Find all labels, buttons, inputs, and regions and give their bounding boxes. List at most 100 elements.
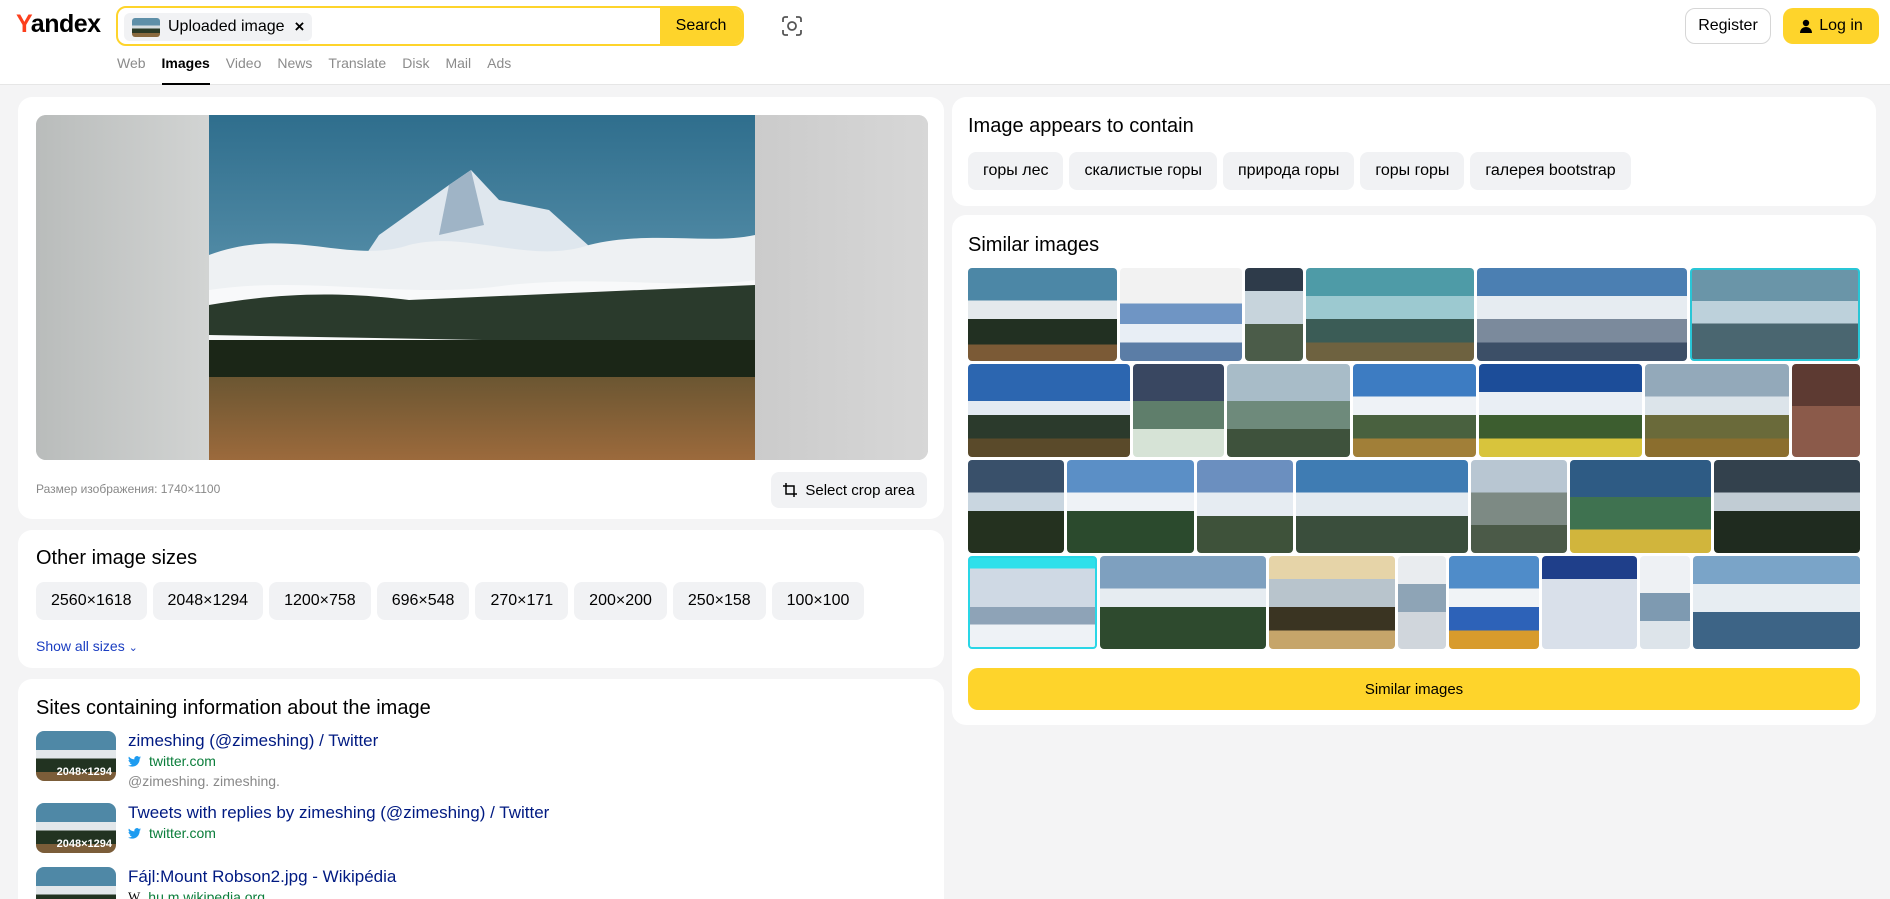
logo-y: Y (16, 10, 31, 38)
tag-list: горы лес скалистые горы природа горы гор… (968, 152, 1631, 190)
similar-images-title: Similar images (968, 234, 1100, 256)
tag-chip[interactable]: галерея bootstrap (1470, 152, 1631, 190)
site-thumbnail[interactable]: 2048×1294 (36, 803, 116, 853)
login-label: Log in (1819, 17, 1863, 34)
twitter-icon (128, 755, 141, 767)
site-result[interactable]: 2048×1294 zimeshing (@zimeshing) / Twitt… (36, 731, 378, 791)
tag-chip[interactable]: скалистые горы (1069, 152, 1217, 190)
tab-mail[interactable]: Mail (445, 55, 471, 85)
image-contains-title: Image appears to contain (968, 115, 1194, 137)
similar-image-thumbnail[interactable] (1269, 556, 1396, 649)
tag-chip[interactable]: горы горы (1360, 152, 1465, 190)
similar-image-thumbnail[interactable] (1120, 268, 1242, 361)
login-button[interactable]: Log in (1783, 8, 1879, 44)
similar-image-thumbnail[interactable] (1692, 556, 1860, 649)
image-preview (36, 115, 928, 460)
similar-image-thumbnail[interactable] (1792, 364, 1860, 457)
size-option[interactable]: 100×100 (771, 582, 865, 620)
similar-images-button[interactable]: Similar images (968, 668, 1860, 710)
tab-images[interactable]: Images (161, 55, 210, 85)
tab-ads[interactable]: Ads (487, 55, 511, 85)
similar-image-thumbnail[interactable] (1133, 364, 1224, 457)
uploaded-image-label: Uploaded image (168, 18, 285, 35)
tag-chip[interactable]: горы лес (968, 152, 1064, 190)
logo-text: andex (30, 10, 101, 38)
site-title-link[interactable]: Tweets with replies by zimeshing (@zimes… (128, 803, 549, 823)
tab-translate[interactable]: Translate (328, 55, 386, 85)
similar-image-thumbnail[interactable] (1542, 556, 1638, 649)
thumbnail-size: 2048×1294 (56, 766, 112, 778)
size-option[interactable]: 1200×758 (269, 582, 371, 620)
similar-image-thumbnail[interactable] (1470, 460, 1567, 553)
size-option[interactable]: 2560×1618 (36, 582, 147, 620)
similar-image-thumbnail[interactable] (1099, 556, 1267, 649)
preview-blur-left (36, 115, 209, 460)
user-icon (1800, 19, 1813, 33)
site-thumbnail[interactable]: 2048×1294 (36, 731, 116, 781)
similar-image-thumbnail[interactable] (1478, 364, 1642, 457)
crop-icon (783, 483, 798, 497)
tab-video[interactable]: Video (226, 55, 262, 85)
similar-image-thumbnail[interactable] (1244, 268, 1304, 361)
uploaded-image-thumbnail (132, 17, 160, 37)
site-title-link[interactable]: Fájl:Mount Robson2.jpg - Wikipédia (128, 867, 396, 887)
similar-images-grid (968, 268, 1861, 652)
similar-image-thumbnail[interactable] (1353, 364, 1476, 457)
wikipedia-icon: W (128, 889, 141, 899)
chevron-down-icon: ⌄ (128, 642, 138, 654)
similar-image-thumbnail[interactable] (1196, 460, 1294, 553)
site-thumbnail[interactable] (36, 867, 116, 899)
header: Yandex Uploaded image × Search Web Image… (0, 0, 1890, 85)
size-option[interactable]: 2048×1294 (152, 582, 264, 620)
show-all-sizes-link[interactable]: Show all sizes ⌄ (36, 638, 138, 654)
similar-image-thumbnail[interactable] (968, 364, 1131, 457)
site-host[interactable]: W hu.m.wikipedia.org (128, 887, 396, 899)
crop-label: Select crop area (805, 481, 915, 499)
similar-image-thumbnail[interactable] (1226, 364, 1351, 457)
similar-image-thumbnail[interactable] (968, 268, 1118, 361)
site-host-label: twitter.com (149, 753, 216, 769)
size-option[interactable]: 250×158 (672, 582, 766, 620)
similar-image-thumbnail[interactable] (1306, 268, 1474, 361)
mountain-photo (209, 115, 755, 460)
preview-card: Размер изображения: 1740×1100 Select cro… (18, 97, 944, 519)
size-list: 2560×1618 2048×1294 1200×758 696×548 270… (36, 582, 865, 620)
similar-image-thumbnail[interactable] (1714, 460, 1861, 553)
camera-search-icon[interactable] (780, 14, 804, 38)
size-option[interactable]: 200×200 (574, 582, 667, 620)
similar-image-thumbnail[interactable] (968, 460, 1065, 553)
site-result[interactable]: 2048×1294 Tweets with replies by zimeshi… (36, 803, 549, 853)
yandex-logo[interactable]: Yandex (16, 10, 101, 39)
site-result[interactable]: Fájl:Mount Robson2.jpg - Wikipédia W hu.… (36, 867, 396, 899)
site-host[interactable]: twitter.com (128, 823, 549, 843)
show-all-sizes-label: Show all sizes (36, 638, 125, 654)
other-sizes-card: Other image sizes 2560×1618 2048×1294 12… (18, 530, 944, 668)
site-title-link[interactable]: zimeshing (@zimeshing) / Twitter (128, 731, 378, 751)
tab-disk[interactable]: Disk (402, 55, 429, 85)
select-crop-area-button[interactable]: Select crop area (771, 472, 927, 508)
size-option[interactable]: 696×548 (376, 582, 470, 620)
similar-image-thumbnail[interactable] (1640, 556, 1690, 649)
tag-chip[interactable]: природа горы (1222, 152, 1355, 190)
search-bar[interactable]: Uploaded image × Search (116, 6, 744, 46)
similar-image-thumbnail[interactable] (1296, 460, 1468, 553)
similar-image-thumbnail[interactable] (968, 556, 1097, 649)
similar-image-thumbnail[interactable] (1449, 556, 1540, 649)
similar-image-thumbnail[interactable] (1476, 268, 1687, 361)
site-host-label: hu.m.wikipedia.org (148, 889, 266, 899)
tab-news[interactable]: News (277, 55, 312, 85)
similar-image-thumbnail[interactable] (1689, 268, 1860, 361)
sites-card: Sites containing information about the i… (18, 679, 944, 899)
search-tabs: Web Images Video News Translate Disk Mai… (117, 55, 511, 85)
similar-image-thumbnail[interactable] (1398, 556, 1447, 649)
register-button[interactable]: Register (1685, 8, 1771, 44)
uploaded-image-chip[interactable]: Uploaded image × (124, 13, 313, 41)
tab-web[interactable]: Web (117, 55, 146, 85)
clear-image-icon[interactable]: × (295, 17, 305, 37)
similar-image-thumbnail[interactable] (1067, 460, 1194, 553)
similar-image-thumbnail[interactable] (1644, 364, 1790, 457)
similar-image-thumbnail[interactable] (1569, 460, 1712, 553)
search-button[interactable]: Search (660, 8, 742, 44)
size-option[interactable]: 270×171 (475, 582, 569, 620)
site-host[interactable]: twitter.com (128, 751, 378, 771)
